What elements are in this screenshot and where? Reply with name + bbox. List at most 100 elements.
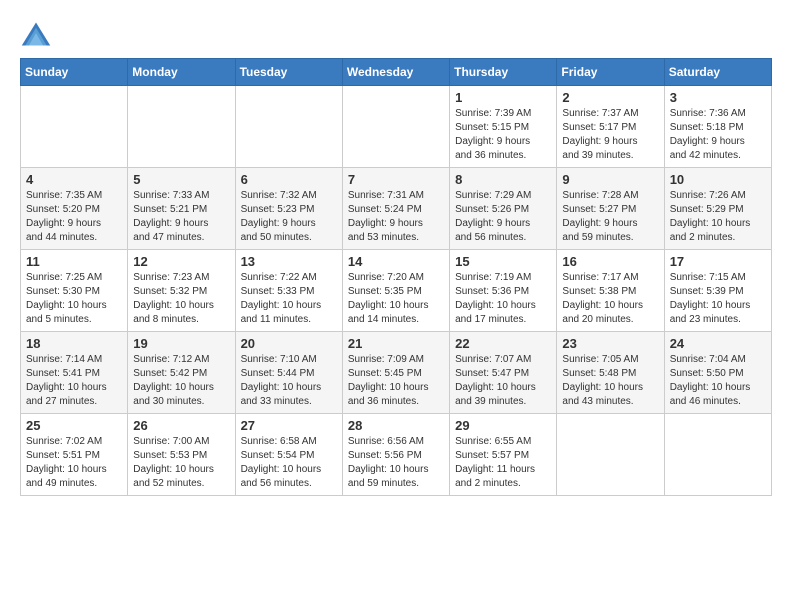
day-cell: 20 Sunrise: 7:10 AM Sunset: 5:44 PM Dayli… [235,332,342,414]
calendar-header-row: SundayMondayTuesdayWednesdayThursdayFrid… [21,59,772,86]
day-info: Sunrise: 7:32 AM Sunset: 5:23 PM Dayligh… [241,189,337,245]
day-info: Sunrise: 7:09 AM Sunset: 5:45 PM Dayligh… [348,353,444,409]
header-friday: Friday [557,59,664,86]
day-cell: 17Sunrise: 7:15 AM Sunset: 5:39 PM Dayli… [664,250,771,332]
day-cell: 19 Sunrise: 7:12 AM Sunset: 5:42 PM Dayli… [128,332,235,414]
day-cell: 13 Sunrise: 7:22 AM Sunset: 5:33 PM Dayli… [235,250,342,332]
logo-icon [20,20,52,48]
day-number: 29 [455,418,551,433]
header-thursday: Thursday [450,59,557,86]
day-cell: 21Sunrise: 7:09 AM Sunset: 5:45 PM Dayli… [342,332,449,414]
day-cell: 24 Sunrise: 7:04 AM Sunset: 5:50 PM Dayli… [664,332,771,414]
day-cell: 15 Sunrise: 7:19 AM Sunset: 5:36 PM Dayli… [450,250,557,332]
day-cell [557,414,664,496]
day-info: Sunrise: 7:15 AM Sunset: 5:39 PM Dayligh… [670,271,766,327]
day-number: 12 [133,254,229,269]
day-cell: 9 Sunrise: 7:28 AM Sunset: 5:27 PM Daylig… [557,168,664,250]
day-number: 26 [133,418,229,433]
day-cell: 3 Sunrise: 7:36 AM Sunset: 5:18 PM Daylig… [664,86,771,168]
day-cell: 12Sunrise: 7:23 AM Sunset: 5:32 PM Dayli… [128,250,235,332]
day-info: Sunrise: 7:12 AM Sunset: 5:42 PM Dayligh… [133,353,229,409]
day-cell: 23 Sunrise: 7:05 AM Sunset: 5:48 PM Dayli… [557,332,664,414]
day-number: 10 [670,172,766,187]
day-cell: 22 Sunrise: 7:07 AM Sunset: 5:47 PM Dayli… [450,332,557,414]
day-number: 13 [241,254,337,269]
day-info: Sunrise: 7:04 AM Sunset: 5:50 PM Dayligh… [670,353,766,409]
day-info: Sunrise: 6:56 AM Sunset: 5:56 PM Dayligh… [348,435,444,491]
day-number: 4 [26,172,122,187]
header-sunday: Sunday [21,59,128,86]
day-cell: 10 Sunrise: 7:26 AM Sunset: 5:29 PM Dayli… [664,168,771,250]
day-cell: 8 Sunrise: 7:29 AM Sunset: 5:26 PM Daylig… [450,168,557,250]
day-info: Sunrise: 7:10 AM Sunset: 5:44 PM Dayligh… [241,353,337,409]
day-number: 1 [455,90,551,105]
week-row-3: 11 Sunrise: 7:25 AM Sunset: 5:30 PM Dayli… [21,250,772,332]
day-info: Sunrise: 7:33 AM Sunset: 5:21 PM Dayligh… [133,189,229,245]
day-number: 15 [455,254,551,269]
day-number: 27 [241,418,337,433]
day-info: Sunrise: 7:25 AM Sunset: 5:30 PM Dayligh… [26,271,122,327]
day-number: 25 [26,418,122,433]
day-cell: 1 Sunrise: 7:39 AM Sunset: 5:15 PM Daylig… [450,86,557,168]
day-number: 11 [26,254,122,269]
day-cell: 5 Sunrise: 7:33 AM Sunset: 5:21 PM Daylig… [128,168,235,250]
header-monday: Monday [128,59,235,86]
day-cell: 18 Sunrise: 7:14 AM Sunset: 5:41 PM Dayli… [21,332,128,414]
day-info: Sunrise: 7:22 AM Sunset: 5:33 PM Dayligh… [241,271,337,327]
day-number: 24 [670,336,766,351]
day-cell: 29 Sunrise: 6:55 AM Sunset: 5:57 PM Dayli… [450,414,557,496]
day-number: 8 [455,172,551,187]
day-number: 18 [26,336,122,351]
day-info: Sunrise: 7:29 AM Sunset: 5:26 PM Dayligh… [455,189,551,245]
day-info: Sunrise: 7:28 AM Sunset: 5:27 PM Dayligh… [562,189,658,245]
day-info: Sunrise: 7:19 AM Sunset: 5:36 PM Dayligh… [455,271,551,327]
day-cell [342,86,449,168]
day-number: 28 [348,418,444,433]
day-number: 7 [348,172,444,187]
day-info: Sunrise: 7:00 AM Sunset: 5:53 PM Dayligh… [133,435,229,491]
day-number: 19 [133,336,229,351]
day-cell: 2 Sunrise: 7:37 AM Sunset: 5:17 PM Daylig… [557,86,664,168]
day-cell: 4 Sunrise: 7:35 AM Sunset: 5:20 PM Daylig… [21,168,128,250]
header-saturday: Saturday [664,59,771,86]
day-info: Sunrise: 7:36 AM Sunset: 5:18 PM Dayligh… [670,107,766,163]
day-number: 23 [562,336,658,351]
day-number: 6 [241,172,337,187]
page-header [20,20,772,48]
day-info: Sunrise: 7:37 AM Sunset: 5:17 PM Dayligh… [562,107,658,163]
day-cell [235,86,342,168]
day-info: Sunrise: 7:39 AM Sunset: 5:15 PM Dayligh… [455,107,551,163]
day-info: Sunrise: 6:55 AM Sunset: 5:57 PM Dayligh… [455,435,551,491]
calendar-table: SundayMondayTuesdayWednesdayThursdayFrid… [20,58,772,496]
day-cell: 26 Sunrise: 7:00 AM Sunset: 5:53 PM Dayli… [128,414,235,496]
week-row-1: 1 Sunrise: 7:39 AM Sunset: 5:15 PM Daylig… [21,86,772,168]
day-number: 22 [455,336,551,351]
day-info: Sunrise: 7:17 AM Sunset: 5:38 PM Dayligh… [562,271,658,327]
day-info: Sunrise: 7:26 AM Sunset: 5:29 PM Dayligh… [670,189,766,245]
header-tuesday: Tuesday [235,59,342,86]
day-info: Sunrise: 7:14 AM Sunset: 5:41 PM Dayligh… [26,353,122,409]
week-row-5: 25 Sunrise: 7:02 AM Sunset: 5:51 PM Dayli… [21,414,772,496]
day-number: 5 [133,172,229,187]
header-wednesday: Wednesday [342,59,449,86]
day-cell: 16 Sunrise: 7:17 AM Sunset: 5:38 PM Dayli… [557,250,664,332]
day-cell [664,414,771,496]
day-number: 2 [562,90,658,105]
day-info: Sunrise: 7:35 AM Sunset: 5:20 PM Dayligh… [26,189,122,245]
logo [20,20,56,48]
day-info: Sunrise: 7:20 AM Sunset: 5:35 PM Dayligh… [348,271,444,327]
day-number: 14 [348,254,444,269]
day-info: Sunrise: 7:05 AM Sunset: 5:48 PM Dayligh… [562,353,658,409]
day-number: 20 [241,336,337,351]
day-number: 3 [670,90,766,105]
day-number: 16 [562,254,658,269]
day-info: Sunrise: 7:02 AM Sunset: 5:51 PM Dayligh… [26,435,122,491]
day-cell: 7 Sunrise: 7:31 AM Sunset: 5:24 PM Daylig… [342,168,449,250]
day-cell [21,86,128,168]
day-info: Sunrise: 7:31 AM Sunset: 5:24 PM Dayligh… [348,189,444,245]
day-cell: 25 Sunrise: 7:02 AM Sunset: 5:51 PM Dayli… [21,414,128,496]
day-number: 9 [562,172,658,187]
day-cell: 6 Sunrise: 7:32 AM Sunset: 5:23 PM Daylig… [235,168,342,250]
day-info: Sunrise: 7:07 AM Sunset: 5:47 PM Dayligh… [455,353,551,409]
day-cell: 27Sunrise: 6:58 AM Sunset: 5:54 PM Dayli… [235,414,342,496]
